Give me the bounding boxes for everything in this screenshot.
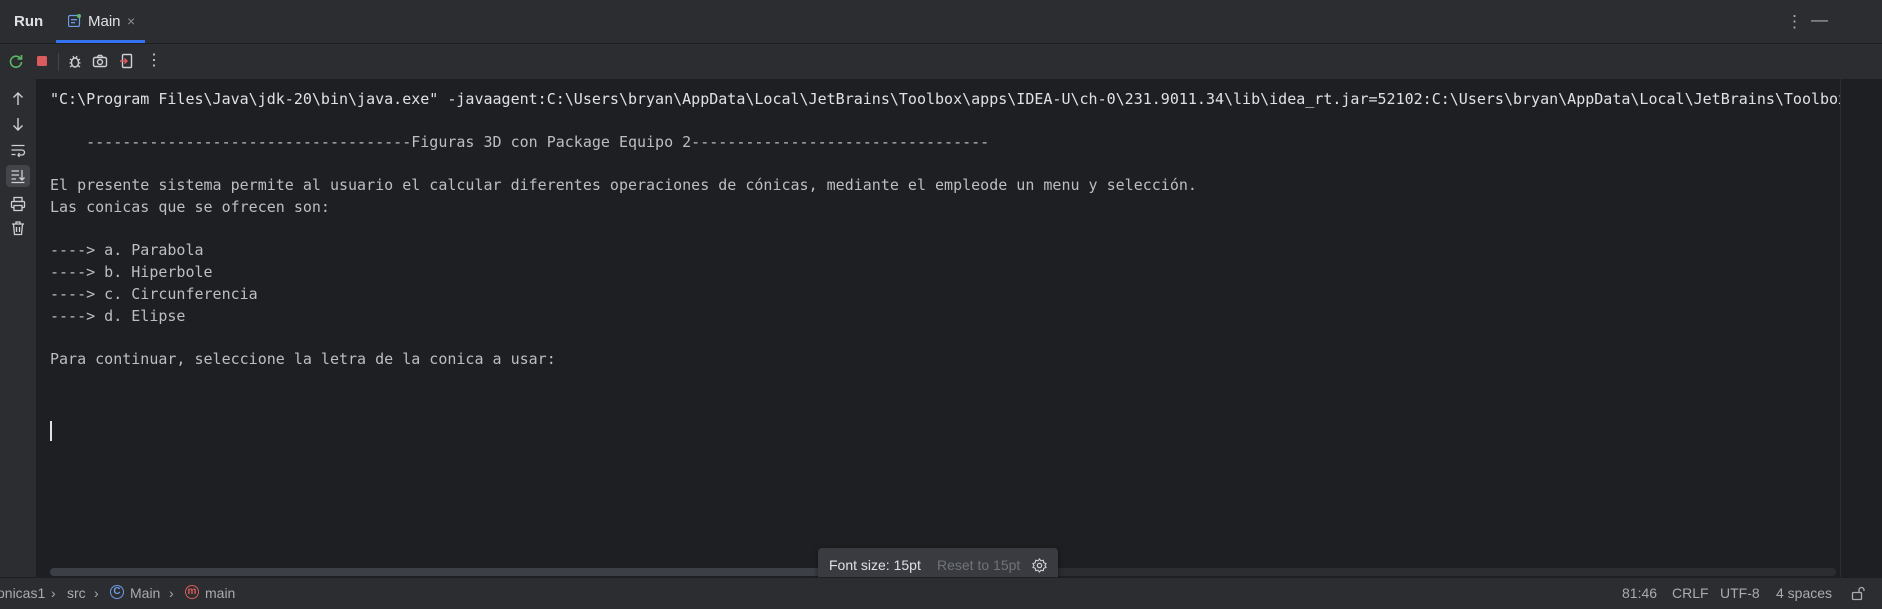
file-encoding[interactable]: UTF-8 (1720, 585, 1760, 601)
console-right-edge (1840, 79, 1882, 577)
minimize-icon[interactable]: — (1811, 10, 1828, 30)
status-bar: onicas1 › src › C Main › m main 81:46 CR… (0, 577, 1882, 609)
scroll-up-icon[interactable] (10, 91, 26, 107)
stop-icon[interactable] (34, 53, 50, 69)
tab-label: Main (88, 13, 121, 30)
console-line: Para continuar, seleccione la letra de l… (50, 350, 556, 368)
console-line: ----> d. Elipse (50, 307, 186, 325)
text-caret (50, 421, 52, 441)
console-side-toolbar (0, 79, 36, 577)
caret-position[interactable]: 81:46 (1622, 585, 1657, 601)
lock-icon[interactable] (1851, 586, 1865, 601)
chevron-right-icon: › (169, 585, 174, 601)
run-toolbar: ⋮ (0, 44, 1882, 79)
line-ending[interactable]: CRLF (1672, 585, 1709, 601)
command-line: "C:\Program Files\Java\jdk-20\bin\java.e… (50, 90, 1848, 108)
toolbar-separator (58, 53, 59, 71)
chevron-right-icon: › (94, 585, 99, 601)
method-icon: m (185, 585, 199, 599)
soft-wrap-icon[interactable] (10, 142, 26, 158)
scrollbar-thumb[interactable] (50, 568, 910, 576)
console-line: ----> c. Circunferencia (50, 285, 258, 303)
console-output[interactable]: "C:\Program Files\Java\jdk-20\bin\java.e… (36, 79, 1847, 577)
console-line: ----> b. Hiperbole (50, 263, 213, 281)
gear-icon[interactable] (1032, 558, 1047, 573)
chevron-right-icon: › (51, 585, 56, 601)
scroll-to-end-icon (11, 170, 25, 184)
scroll-to-end-button[interactable] (6, 165, 30, 187)
font-size-label: Font size: 15pt (829, 557, 921, 573)
tool-window-header: Run Main × ⋮ — (0, 0, 1882, 44)
scroll-down-icon[interactable] (10, 116, 26, 132)
console-line: El presente sistema permite al usuario e… (50, 176, 1197, 194)
reset-font-size-link[interactable]: Reset to 15pt (937, 557, 1020, 573)
breadcrumb-project[interactable]: onicas1 (0, 585, 45, 601)
breadcrumb-class[interactable]: Main (130, 585, 160, 601)
camera-icon[interactable] (92, 53, 108, 69)
breadcrumb-src[interactable]: src (67, 585, 86, 601)
console-line: Las conicas que se ofrecen son: (50, 198, 330, 216)
console-line: ----> a. Parabola (50, 241, 204, 259)
print-icon[interactable] (10, 196, 26, 212)
rerun-icon[interactable] (8, 53, 24, 69)
clear-icon[interactable] (10, 220, 26, 236)
more-options-icon[interactable]: ⋮ (1786, 12, 1803, 32)
tab-main[interactable]: Main × (56, 0, 145, 43)
more-icon[interactable]: ⋮ (146, 50, 162, 70)
close-icon[interactable]: × (127, 13, 135, 29)
breadcrumb-method[interactable]: main (205, 585, 235, 601)
exit-icon[interactable] (119, 53, 135, 69)
class-icon: C (110, 585, 124, 599)
run-tool-window-title: Run (14, 13, 44, 30)
indent-setting[interactable]: 4 spaces (1776, 585, 1832, 601)
debug-icon[interactable] (67, 53, 83, 69)
console-line: ------------------------------------Figu… (50, 133, 990, 151)
run-config-icon (68, 14, 81, 27)
